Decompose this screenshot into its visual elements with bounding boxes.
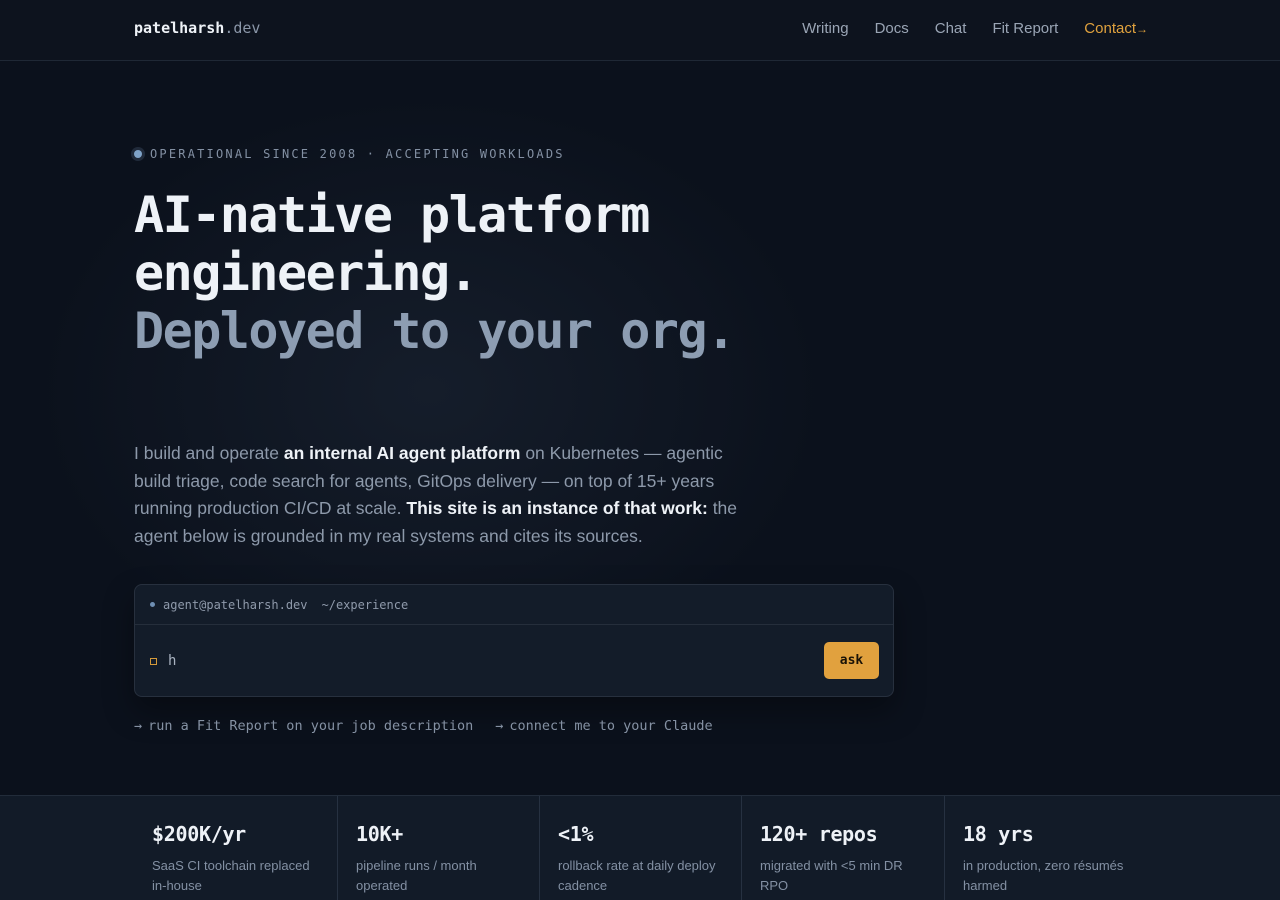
connect-claude-link-label: connect me to your Claude [509,718,713,734]
terminal-body: ask [135,625,893,697]
stat-item: <1% rollback rate at daily deploy cadenc… [539,796,742,900]
arrow-right-icon: → [1136,22,1148,36]
status-dot-icon [134,150,142,158]
agent-terminal: agent@patelharsh.dev ~/experience ask [134,584,894,697]
stat-label: rollback rate at daily deploy cadence [558,858,716,893]
nav-fit-report[interactable]: Fit Report [992,20,1058,37]
nav-writing[interactable]: Writing [802,20,848,37]
stat-label: pipeline runs / month operated [356,858,477,893]
site-header: patelharsh.dev Writing Docs Chat Fit Rep… [0,0,1280,61]
lede-text-1: I build and operate [134,443,284,463]
headline-primary: AI-native platform engineering. [134,186,650,302]
logo-name: patelharsh [134,19,225,37]
stat-value: 120+ repos [760,822,878,846]
agent-question-input[interactable] [168,650,808,672]
terminal-header: agent@patelharsh.dev ~/experience [135,585,893,625]
terminal-agent: agent@patelharsh.dev [163,597,308,612]
nav-docs[interactable]: Docs [875,20,909,37]
contact-label: Contact [1084,20,1136,37]
status-text: OPERATIONAL SINCE 2008 · ACCEPTING WORKL… [150,147,565,161]
terminal-dot-icon [150,602,155,607]
cta-links: → run a Fit Report on your job descriptio… [134,718,713,734]
stat-value: 10K+ [356,822,403,846]
nav-chat[interactable]: Chat [935,20,967,37]
prompt-square-icon [150,658,157,665]
stat-item: 10K+ pipeline runs / month operated [337,796,540,900]
stats-bar: $200K/yr SaaS CI toolchain replaced in-h… [0,795,1280,900]
hero-description: I build and operate an internal AI agent… [134,440,754,550]
stat-label: SaaS CI toolchain replaced in-house [152,858,310,893]
stat-value: <1% [558,822,594,846]
stat-label: migrated with <5 min DR RPO [760,858,903,893]
stat-item: 120+ repos migrated with <5 min DR RPO [741,796,944,900]
nav-contact[interactable]: Contact→ [1084,20,1148,37]
stat-value: $200K/yr [152,822,246,846]
connect-claude-link[interactable]: → connect me to your Claude [495,718,712,734]
fit-report-link-label: run a Fit Report on your job description [148,718,474,734]
stat-item: $200K/yr SaaS CI toolchain replaced in-h… [134,796,337,900]
arrow-right-icon: → [134,718,143,734]
lede-bold-2: This site is an instance of that work: [406,498,708,518]
logo-tld: .dev [224,19,261,37]
main-nav: Writing Docs Chat Fit Report Contact→ [802,20,1148,37]
headline-secondary: Deployed to your org. [134,302,736,360]
stat-item: 18 yrs in production, zero résumés harme… [944,796,1147,900]
fit-report-link[interactable]: → run a Fit Report on your job descriptio… [134,718,473,734]
arrow-right-icon: → [495,718,504,734]
site-logo[interactable]: patelharsh.dev [134,19,260,37]
stat-value: 18 yrs [963,822,1034,846]
terminal-path: ~/experience [321,597,409,612]
status-line: OPERATIONAL SINCE 2008 · ACCEPTING WORKL… [134,147,565,161]
ask-button[interactable]: ask [824,642,879,679]
hero-headline: AI-native platform engineering. Deployed… [134,186,754,360]
stat-label: in production, zero résumés harmed [963,858,1124,893]
lede-bold-1: an internal AI agent platform [283,443,521,463]
